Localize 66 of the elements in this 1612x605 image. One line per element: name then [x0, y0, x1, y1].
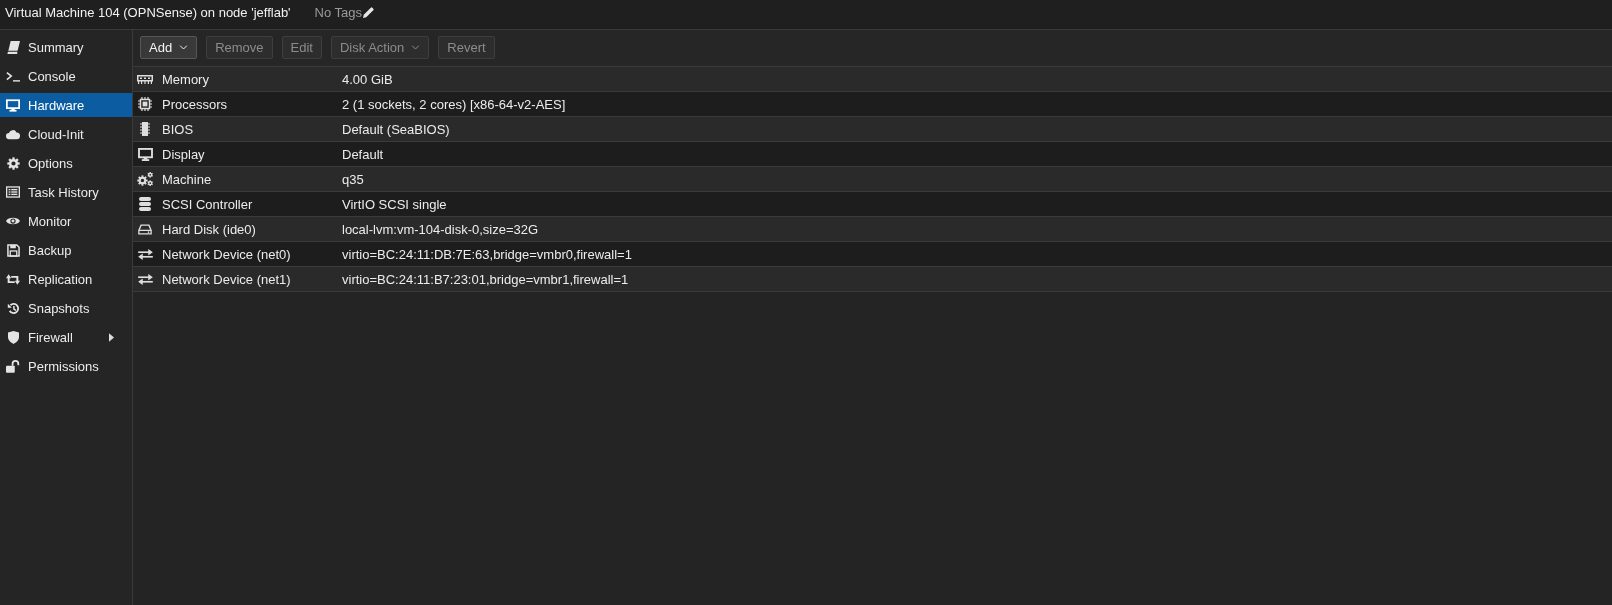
tags-label: No Tags: [314, 5, 363, 20]
table-row[interactable]: Processors 2 (1 sockets, 2 cores) [x86-64-v2-AES]: [133, 92, 1612, 117]
caret-icon: [109, 332, 114, 342]
hardware-value: Default (SeaBIOS): [342, 121, 450, 137]
shield-icon: [7, 330, 19, 344]
hardware-value: 4.00 GiB: [342, 71, 393, 87]
table-row[interactable]: Display Default: [133, 142, 1612, 167]
chevron-down-icon: [411, 45, 421, 50]
database-icon: [139, 197, 151, 211]
table-row[interactable]: Network Device (net1) virtio=BC:24:11:B7:23:01,bridge=vmbr1,firewall=1: [133, 267, 1612, 292]
hardware-value: 2 (1 sockets, 2 cores) [x86-64-v2-AES]: [342, 96, 566, 112]
sidebar-item[interactable]: Options: [0, 151, 132, 175]
sidebar-item[interactable]: Firewall: [0, 325, 132, 349]
sidebar-item[interactable]: Backup: [0, 238, 132, 262]
hardware-label: Display: [162, 146, 206, 162]
table-row[interactable]: SCSI Controller VirtIO SCSI single: [133, 192, 1612, 217]
table-row[interactable]: Hard Disk (ide0) local-lvm:vm-104-disk-0,size=32G: [133, 217, 1612, 242]
sidebar-item[interactable]: Task History: [0, 180, 132, 204]
sidebar-item[interactable]: Snapshots: [0, 296, 132, 320]
terminal-icon: [6, 70, 20, 82]
sidebar-item[interactable]: Monitor: [0, 209, 132, 233]
table-row[interactable]: BIOS Default (SeaBIOS): [133, 117, 1612, 142]
chip-icon: [140, 122, 150, 136]
monitor-icon: [137, 147, 153, 161]
cloud-icon: [6, 128, 20, 140]
hardware-label: BIOS: [162, 121, 195, 137]
chevron-down-icon: [179, 45, 189, 50]
exchange-arrows-icon: [137, 248, 153, 260]
hardware-label: SCSI Controller: [162, 196, 254, 212]
hardware-value: VirtIO SCSI single: [342, 196, 447, 212]
hardware-value: q35: [342, 171, 364, 187]
gear-icon: [6, 156, 20, 170]
memory-module-icon: [137, 74, 153, 84]
list-icon: [6, 186, 20, 198]
pencil-icon[interactable]: [363, 7, 375, 18]
history-icon: [6, 301, 20, 315]
hardware-label: Machine: [162, 171, 213, 187]
book-icon: [6, 40, 20, 54]
table-row[interactable]: Memory 4.00 GiB: [133, 67, 1612, 92]
hardware-value: local-lvm:vm-104-disk-0,size=32G: [342, 221, 539, 237]
hardware-label: Hard Disk (ide0): [162, 221, 257, 237]
exchange-arrows-icon: [137, 273, 153, 285]
hard-drive-icon: [138, 223, 152, 235]
sidebar-item[interactable]: Console: [0, 64, 132, 88]
monitor-icon: [6, 98, 20, 112]
hardware-value: virtio=BC:24:11:B7:23:01,bridge=vmbr1,firewall=1: [342, 271, 629, 287]
gears-icon: [137, 172, 153, 186]
hardware-value: virtio=BC:24:11:DB:7E:63,bridge=vmbr0,firewall=1: [342, 246, 632, 262]
sidebar-item[interactable]: Cloud-Init: [0, 122, 132, 146]
hardware-label: Network Device (net1): [162, 271, 292, 287]
hardware-label: Processors: [162, 96, 229, 112]
sidebar-item[interactable]: Replication: [0, 267, 132, 291]
cpu-chip-icon: [138, 97, 152, 111]
hardware-label: Memory: [162, 71, 210, 87]
table-row[interactable]: Machine q35: [133, 167, 1612, 192]
hardware-value: Default: [342, 146, 384, 162]
window-title: Virtual Machine 104 (OPNSense) on node 'jefflab': [5, 5, 291, 20]
toolbar-button[interactable]: Add: [140, 36, 198, 59]
unlocked-padlock-icon: [6, 359, 20, 373]
hardware-label: Network Device (net0): [162, 246, 292, 262]
eye-icon: [6, 216, 20, 226]
retweet-icon: [6, 273, 20, 285]
sidebar-item[interactable]: Summary: [0, 35, 132, 59]
table-row[interactable]: Network Device (net0) virtio=BC:24:11:DB:7E:63,bridge=vmbr0,firewall=1: [133, 242, 1612, 267]
sidebar-item[interactable]: Permissions: [0, 354, 132, 378]
sidebar-item[interactable]: Hardware: [0, 93, 132, 117]
